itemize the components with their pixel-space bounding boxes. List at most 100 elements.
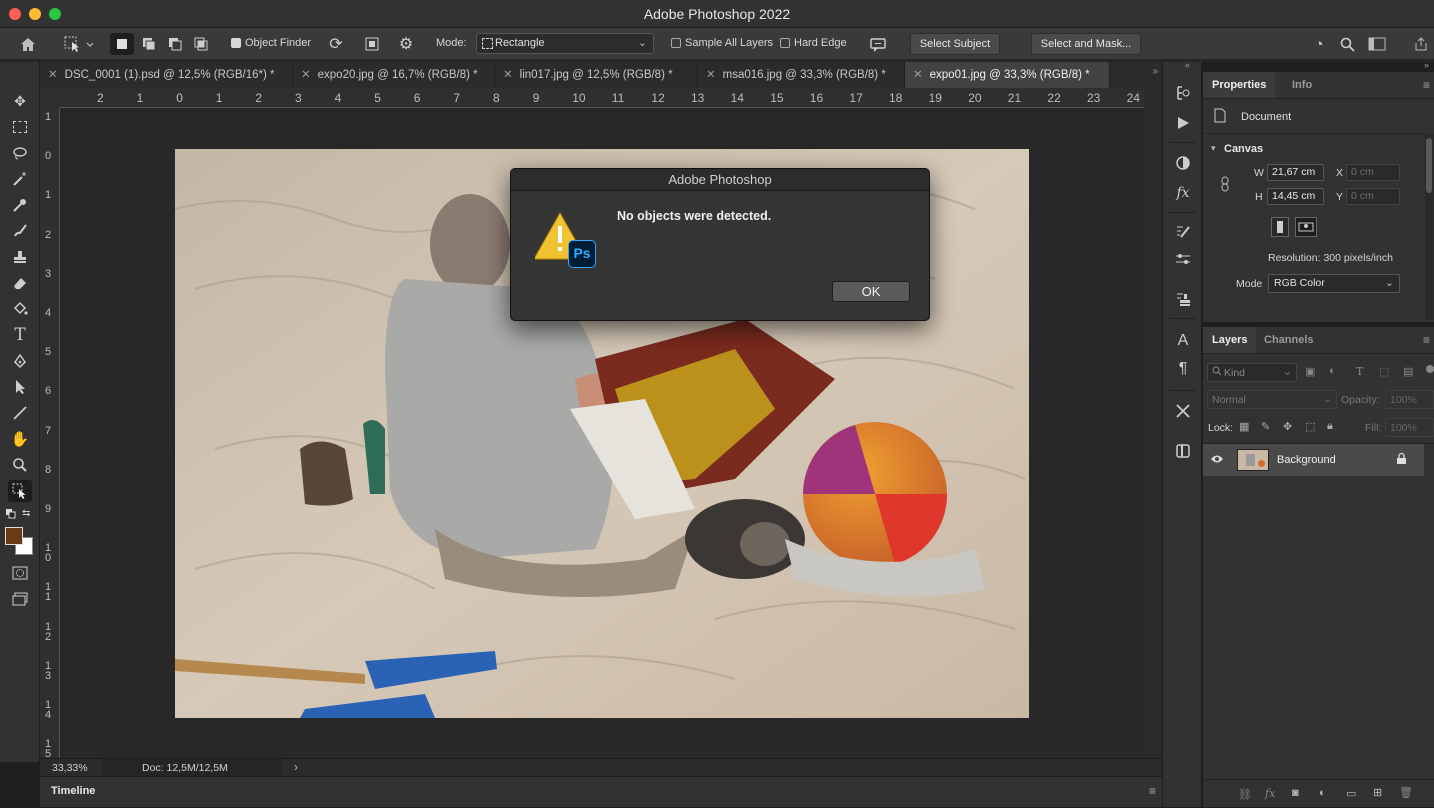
close-tab-icon[interactable]: ✕ — [301, 69, 311, 81]
filter-smart-object-icon[interactable]: ▤ — [1403, 365, 1413, 378]
tab-lin017[interactable]: ✕ lin017.jpg @ 12,5% (RGB/8) * — [495, 62, 698, 88]
add-mask-icon[interactable]: ◙ — [1292, 787, 1299, 799]
lock-position-icon[interactable]: ✥ — [1283, 420, 1292, 433]
line-tool-icon[interactable] — [8, 402, 32, 424]
trash-icon[interactable]: 🗑︎ — [1399, 786, 1413, 799]
chevron-right-icon[interactable]: › — [294, 760, 298, 774]
screen-mode-icon[interactable] — [8, 588, 32, 610]
ok-button[interactable]: OK — [832, 281, 910, 302]
magic-wand-tool-icon[interactable] — [8, 168, 32, 190]
eye-icon[interactable] — [1210, 454, 1224, 467]
stamp-tool-icon[interactable] — [8, 246, 32, 268]
share-icon[interactable] — [1410, 34, 1432, 54]
lock-transparency-icon[interactable]: ▦ — [1239, 420, 1249, 433]
panel-menu-icon[interactable]: ≡ — [1149, 784, 1156, 798]
fill-field[interactable]: 100% — [1385, 418, 1434, 437]
brushes-icon[interactable] — [1171, 248, 1195, 270]
default-colors-icon[interactable] — [6, 509, 16, 519]
tabs-overflow-icon[interactable]: » — [1152, 66, 1158, 77]
path-selection-tool-icon[interactable] — [8, 376, 32, 398]
paint-bucket-tool-icon[interactable] — [8, 298, 32, 320]
panel-menu-icon[interactable]: ≡ — [1423, 333, 1430, 347]
tab-layers[interactable]: Layers — [1203, 327, 1257, 353]
zoom-level[interactable]: 33,33% — [52, 762, 88, 774]
home-icon[interactable] — [18, 35, 38, 53]
landscape-orientation-button[interactable] — [1295, 217, 1317, 237]
link-layers-icon[interactable]: ⛓︎ — [1238, 788, 1252, 801]
new-selection-icon[interactable] — [110, 33, 134, 55]
add-to-selection-icon[interactable] — [138, 33, 160, 55]
intersect-selection-icon[interactable] — [190, 33, 212, 55]
new-group-icon[interactable]: ▭ — [1346, 787, 1356, 800]
filter-adjustment-icon[interactable]: ◐ — [1329, 365, 1336, 377]
zoom-tool-icon[interactable] — [8, 454, 32, 476]
libraries-icon[interactable] — [1171, 440, 1195, 462]
close-tab-icon[interactable]: ✕ — [503, 69, 513, 81]
history-icon[interactable] — [1171, 82, 1195, 104]
doc-info-field[interactable]: Doc: 12,5M/12,5M › — [102, 759, 298, 776]
chevron-down-icon[interactable]: ▾ — [1211, 143, 1216, 154]
tab-expo01[interactable]: ✕ expo01.jpg @ 33,3% (RGB/8) * — [905, 62, 1110, 88]
fx-icon[interactable]: fx — [1265, 787, 1275, 800]
tab-channels[interactable]: Channels — [1255, 327, 1323, 353]
comment-icon[interactable] — [866, 34, 890, 56]
panel-scrollbar[interactable] — [1425, 134, 1434, 320]
lock-pixels-icon[interactable]: ✎ — [1261, 420, 1270, 433]
blend-mode-select[interactable]: Normal ⌄ — [1207, 390, 1337, 409]
character-icon[interactable]: A — [1171, 330, 1195, 352]
tools-icon[interactable] — [1171, 400, 1195, 422]
hand-tool-icon[interactable]: ✋ — [8, 428, 32, 450]
lasso-tool-icon[interactable] — [8, 142, 32, 164]
select-subject-button[interactable]: Select Subject — [910, 33, 1000, 55]
type-tool-icon[interactable]: T — [8, 324, 32, 346]
actions-icon[interactable] — [1171, 112, 1195, 134]
quick-mask-icon[interactable] — [8, 562, 32, 584]
layer-filter-select[interactable]: Kind ⌄ — [1207, 363, 1297, 382]
lock-artboard-icon[interactable]: ⬚ — [1305, 420, 1315, 433]
portrait-orientation-button[interactable] — [1271, 217, 1289, 237]
object-selection-tool-icon[interactable] — [8, 480, 32, 502]
workspace-icon[interactable] — [1366, 34, 1388, 54]
move-tool-icon[interactable]: ✥ — [8, 90, 32, 112]
mode-select[interactable]: Rectangle ⌄ — [476, 33, 654, 54]
filter-shape-icon[interactable]: ⬚ — [1379, 365, 1389, 378]
tab-properties[interactable]: Properties — [1203, 72, 1276, 98]
select-and-mask-button[interactable]: Select and Mask... — [1031, 33, 1141, 55]
filter-pixel-icon[interactable]: ▣ — [1305, 365, 1315, 378]
paragraph-icon[interactable]: ¶ — [1171, 358, 1195, 380]
styles-icon[interactable]: fx — [1171, 182, 1195, 204]
tab-msa016[interactable]: ✕ msa016.jpg @ 33,3% (RGB/8) * — [698, 62, 905, 88]
pen-tool-icon[interactable] — [8, 350, 32, 372]
close-tab-icon[interactable]: ✕ — [913, 69, 923, 81]
width-field[interactable]: 21,67 cm — [1267, 164, 1324, 181]
sample-all-layers-checkbox[interactable] — [671, 38, 681, 48]
filter-toggle[interactable] — [1426, 365, 1434, 373]
search-icon[interactable] — [1337, 34, 1357, 54]
gear-icon[interactable]: ⚙ — [396, 34, 416, 54]
user-icon[interactable]: ◔ — [1309, 34, 1329, 54]
layer-row-background[interactable]: Background — [1203, 444, 1424, 476]
object-finder-checkbox[interactable] — [231, 38, 241, 48]
subtract-from-selection-icon[interactable] — [164, 33, 186, 55]
refresh-icon[interactable]: ⟳ — [326, 34, 346, 54]
tab-dsc-0001[interactable]: ✕ DSC_0001 (1).psd @ 12,5% (RGB/16*) * — [40, 62, 293, 88]
tab-expo20[interactable]: ✕ expo20.jpg @ 16,7% (RGB/8) * — [293, 62, 495, 88]
height-field[interactable]: 14,45 cm — [1267, 188, 1324, 205]
foreground-color-swatch[interactable] — [5, 527, 23, 545]
eraser-tool-icon[interactable] — [8, 272, 32, 294]
adjustments-icon[interactable] — [1171, 152, 1195, 174]
collapse-panels-icon[interactable]: » — [1424, 60, 1429, 70]
brush-settings-icon[interactable] — [1171, 220, 1195, 242]
collapse-strip-icon[interactable]: « — [1185, 60, 1190, 70]
lock-all-icon[interactable]: 🔒︎ — [1327, 420, 1333, 433]
tab-info[interactable]: Info — [1283, 72, 1321, 98]
link-icon[interactable] — [1220, 176, 1232, 192]
new-layer-icon[interactable]: ⊞ — [1373, 786, 1382, 799]
x-field[interactable]: 0 cm — [1346, 164, 1400, 181]
hard-edge-checkbox[interactable] — [780, 38, 790, 48]
tool-preset-picker[interactable] — [60, 34, 96, 54]
brush-tool-icon[interactable] — [8, 220, 32, 242]
new-adjustment-icon[interactable]: ◐ — [1319, 787, 1326, 799]
mode-select[interactable]: RGB Color ⌄ — [1268, 274, 1400, 293]
y-field[interactable]: 0 cm — [1346, 188, 1400, 205]
